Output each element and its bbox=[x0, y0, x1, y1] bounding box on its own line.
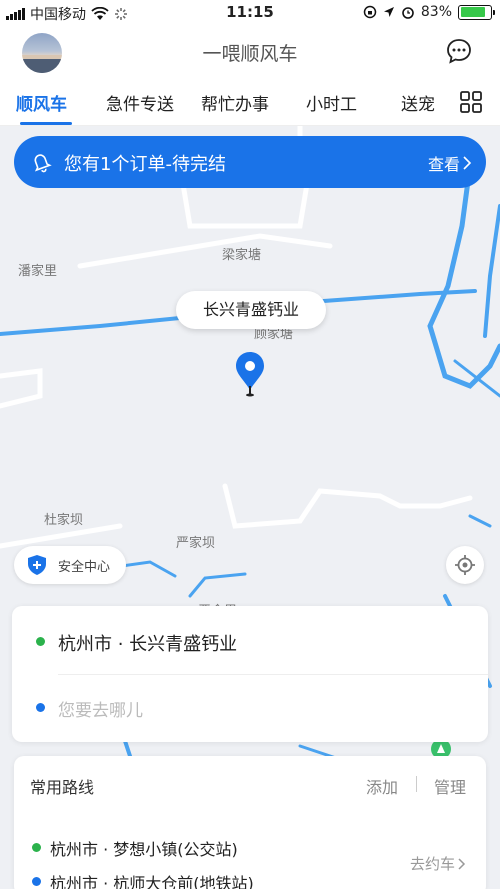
tab-hourly-worker[interactable]: 小时工 bbox=[306, 90, 357, 115]
current-location-bubble[interactable]: 长兴青盛钙业 bbox=[176, 291, 326, 329]
view-order-button[interactable]: 查看 bbox=[428, 151, 472, 175]
divider bbox=[58, 674, 488, 675]
tab-urgent-delivery[interactable]: 急件专送 bbox=[106, 90, 174, 115]
manage-routes-button[interactable]: 管理 bbox=[434, 774, 466, 798]
order-status-text: 您有1个订单-待完结 bbox=[64, 154, 226, 175]
chevron-right-icon bbox=[458, 857, 466, 870]
relocate-button[interactable] bbox=[446, 546, 484, 584]
tab-errands[interactable]: 帮忙办事 bbox=[201, 90, 269, 115]
divider bbox=[416, 776, 417, 792]
book-ride-label: 去约车 bbox=[410, 855, 456, 873]
destination-input[interactable]: 您要去哪儿 bbox=[58, 696, 143, 721]
destination-dot bbox=[36, 703, 45, 712]
origin-dot bbox=[32, 843, 41, 852]
bell-icon bbox=[34, 154, 52, 173]
app-header: 一喂顺风车 bbox=[0, 26, 500, 76]
view-order-label: 查看 bbox=[427, 155, 460, 174]
route-destination[interactable]: 杭州市 · 杭师大仓前(地铁站) bbox=[50, 870, 254, 889]
common-routes-panel: 常用路线 添加 管理 杭州市 · 梦想小镇(公交站) 杭州市 · 杭师大仓前(地… bbox=[14, 756, 486, 889]
safety-center-label: 安全中心 bbox=[58, 560, 111, 575]
map-label: 杜家坝 bbox=[44, 513, 84, 528]
shield-icon bbox=[28, 555, 46, 575]
book-ride-button[interactable]: 去约车 bbox=[410, 853, 466, 874]
map-label: 梁家塘 bbox=[222, 248, 262, 263]
active-tab-indicator bbox=[20, 122, 72, 125]
chevron-right-icon bbox=[463, 156, 472, 170]
destination-dot bbox=[32, 877, 41, 886]
common-routes-title: 常用路线 bbox=[30, 778, 95, 797]
message-icon[interactable] bbox=[446, 38, 472, 64]
battery-percent: 83% bbox=[420, 4, 452, 20]
service-tabs: 顺风车 急件专送 帮忙办事 小时工 送宠 bbox=[0, 76, 500, 126]
add-route-button[interactable]: 添加 bbox=[366, 774, 398, 798]
status-bar: 中国移动 11:15 83% bbox=[0, 0, 500, 26]
route-input-card: 杭州市 · 长兴青盛钙业 您要去哪儿 bbox=[12, 606, 488, 742]
map-label: 潘家里 bbox=[18, 264, 58, 279]
rotation-lock-icon bbox=[363, 5, 377, 19]
pending-order-banner[interactable]: 您有1个订单-待完结 查看 bbox=[14, 136, 486, 188]
origin-field[interactable]: 杭州市 · 长兴青盛钙业 bbox=[58, 630, 237, 656]
map-label: 严家坝 bbox=[176, 536, 216, 551]
page-title: 一喂顺风车 bbox=[202, 43, 298, 65]
tab-pet-delivery[interactable]: 送宠 bbox=[401, 90, 435, 115]
route-origin[interactable]: 杭州市 · 梦想小镇(公交站) bbox=[50, 836, 238, 860]
location-pin-icon bbox=[236, 352, 264, 397]
tab-shunfengche[interactable]: 顺风车 bbox=[16, 90, 67, 115]
grid-menu-icon[interactable] bbox=[460, 91, 482, 113]
alarm-icon bbox=[402, 7, 414, 19]
safety-center-button[interactable]: 安全中心 bbox=[14, 546, 126, 584]
battery-icon bbox=[458, 4, 495, 20]
locate-icon bbox=[455, 555, 475, 575]
origin-dot bbox=[36, 637, 45, 646]
location-arrow-icon bbox=[383, 7, 394, 17]
